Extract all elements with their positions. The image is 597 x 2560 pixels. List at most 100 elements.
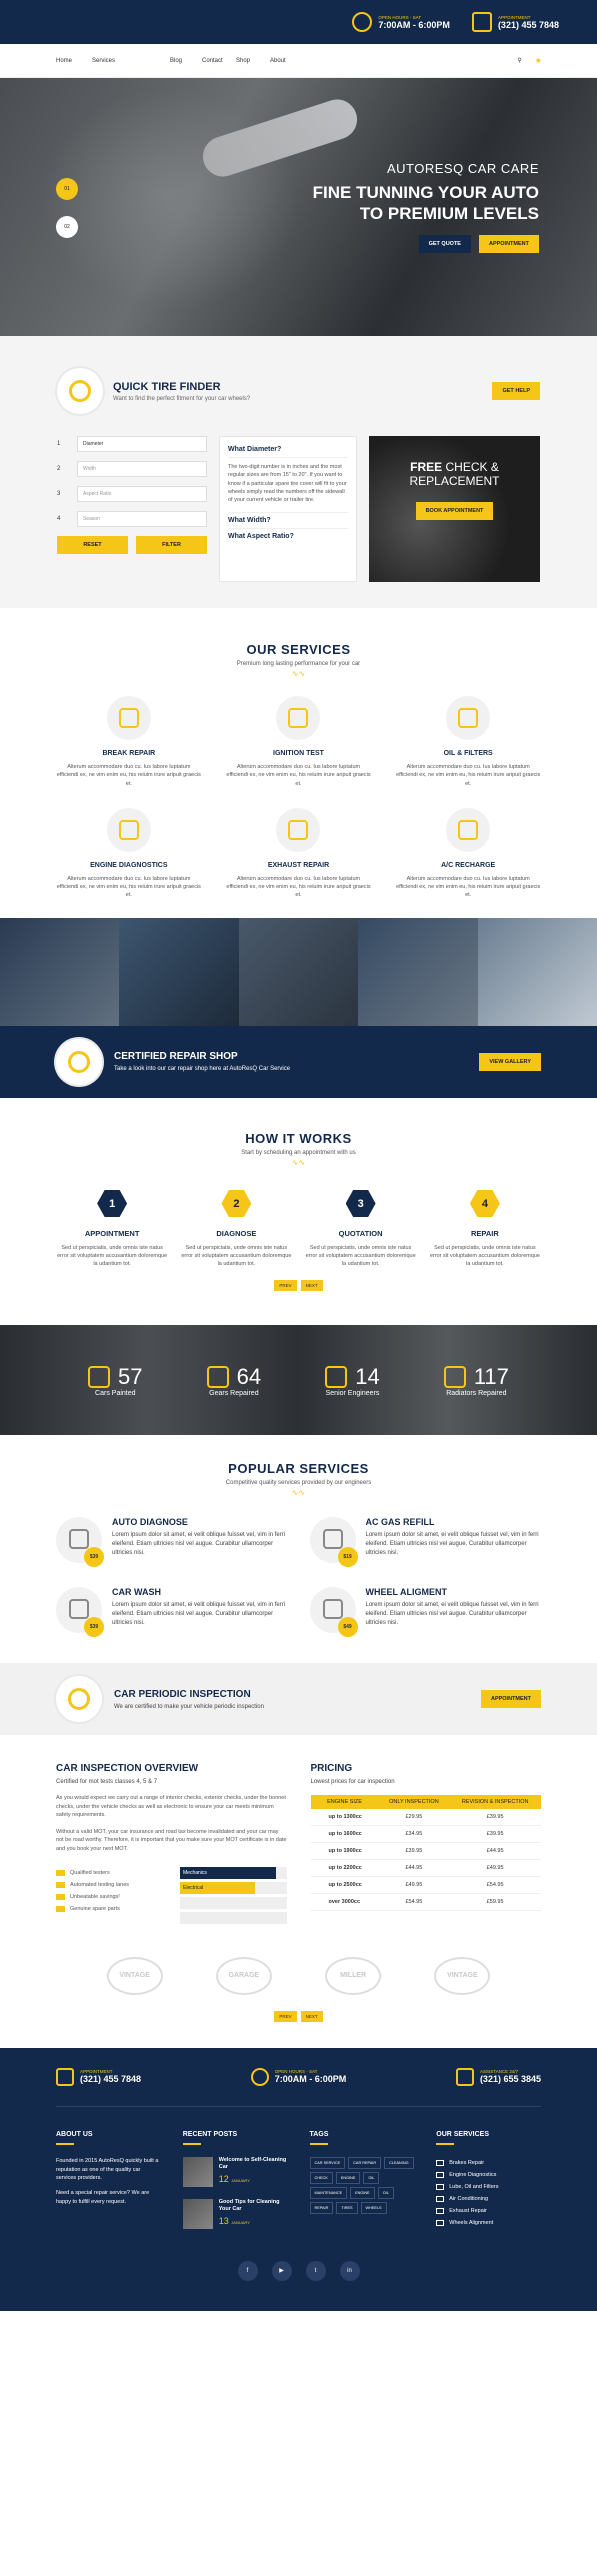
table-cell: up to 2200cc [310, 1859, 379, 1878]
hero-title-2: TO PREMIUM LEVELS [359, 204, 539, 224]
book-appointment-button[interactable]: BOOK APPOINTMENT [415, 502, 494, 520]
accordion-diameter[interactable]: What Diameter? [228, 442, 348, 457]
footer-service-link[interactable]: Exhaust Repair [436, 2205, 541, 2217]
footer-service-link[interactable]: Brakes Repair [436, 2157, 541, 2169]
check-item: Automated testing lanes [56, 1879, 166, 1891]
nav-shop[interactable]: Shop [236, 58, 270, 64]
youtube-icon[interactable]: ▶ [271, 2260, 292, 2281]
step-title: APPOINTMENT [84, 1228, 140, 1238]
nav-services[interactable]: Services [92, 58, 170, 64]
gallery-image[interactable] [119, 917, 239, 1026]
footer-service-link[interactable]: Wheels Alignment [436, 2217, 541, 2229]
popular-auto-diagnose[interactable]: $39 AUTO DIAGNOSE Lorem ipsum dolor sit am… [56, 1517, 288, 1568]
gallery-image[interactable] [0, 917, 120, 1026]
table-cell: £44.95 [378, 1859, 450, 1878]
recent-post[interactable]: Good Tips for Cleaning Your Car 13 JANUAR… [182, 2198, 288, 2229]
tire-finder-subtitle: Want to find the perfect fitment for you… [113, 395, 251, 402]
gallery-image[interactable] [358, 917, 478, 1026]
search-icon[interactable]: ⚲ [517, 57, 521, 64]
popular-ac-gas-refill[interactable]: $19 AC GAS REFILL Lorem ipsum dolor sit am… [309, 1517, 542, 1568]
stat-value: 14 [355, 1363, 380, 1389]
next-button[interactable]: NEXT [300, 1280, 323, 1292]
service-ac-recharge[interactable]: A/C RECHARGE Alterum accommodare duo cu. … [395, 807, 541, 900]
tag-link[interactable]: CHECK [309, 2171, 333, 2184]
phone-value[interactable]: (321) 455 7848 [498, 20, 559, 30]
post-title[interactable]: Good Tips for Cleaning Your Car [219, 2199, 288, 2214]
tag-link[interactable]: TIRES [336, 2201, 358, 2214]
diameter-select[interactable]: Diameter [77, 436, 207, 452]
nav-contact[interactable]: Contact [202, 58, 236, 64]
table-cell: £44.95 [449, 1842, 541, 1861]
tag-link[interactable]: CLEANING [384, 2156, 414, 2169]
appointment-button[interactable]: APPOINTMENT [478, 234, 539, 253]
tag-link[interactable]: OIL [363, 2171, 380, 2184]
periodic-subtitle: We are certified to make your vehicle pe… [114, 1703, 264, 1710]
how-title: HOW IT WORKS [245, 1130, 352, 1146]
reset-button[interactable]: RESET [57, 536, 128, 554]
twitter-icon[interactable]: t [305, 2260, 326, 2281]
table-row: up to 2500cc £49.95 £54.95 [310, 1876, 541, 1895]
tag-link[interactable]: OIL [377, 2186, 394, 2199]
season-select[interactable]: Season [77, 511, 207, 527]
footer-service-link[interactable]: Air Conditioning [436, 2193, 541, 2205]
post-title[interactable]: Welcome to Self-Cleaning Car [219, 2157, 288, 2172]
gallery-image[interactable] [477, 917, 597, 1026]
service-break-repair[interactable]: BREAK REPAIR Alterum accommodare duo cu. … [56, 696, 202, 788]
footer-phone[interactable]: (321) 455 7848 [80, 2074, 141, 2084]
view-gallery-button[interactable]: VIEW GALLERY [479, 1052, 541, 1071]
popular-car-wash[interactable]: $39 CAR WASH Lorem ipsum dolor sit amet, e… [56, 1587, 288, 1638]
nav-blog[interactable]: Blog [170, 58, 202, 64]
service-oil-filters[interactable]: OIL & FILTERS Alterum accommodare duo cu.… [395, 696, 541, 788]
footer-appointment[interactable]: APPOINTMENT (321) 455 7848 [56, 2067, 141, 2086]
pricing-table: ENGINE SIZE ONLY INSPECTION REVISION & INS… [310, 1795, 541, 1912]
gallery-image[interactable] [238, 917, 359, 1026]
filter-button[interactable]: FILTER [136, 536, 207, 554]
nav-home[interactable]: Home [56, 58, 92, 64]
tag-link[interactable]: WHEELS [360, 2201, 387, 2214]
prev-button[interactable]: PREV [274, 1280, 297, 1292]
tag-link[interactable]: CAR SERVICE [309, 2156, 346, 2169]
popular-wheel-alignment[interactable]: $49 WHEEL ALIGMENT Lorem ipsum dolor sit a… [309, 1587, 542, 1638]
footer-assistance[interactable]: ASSISTANCE 24/7 (321) 655 3845 [455, 2067, 541, 2086]
footer-service-link[interactable]: Engine Diagnostics [436, 2169, 541, 2181]
periodic-appointment-button[interactable]: APPOINTMENT [480, 1690, 541, 1709]
get-quote-button[interactable]: GET QUOTE [418, 234, 471, 253]
accordion-width[interactable]: What Width? [228, 512, 348, 528]
popular-title: WHEEL ALIGMENT [365, 1587, 448, 1598]
accordion-aspect-ratio[interactable]: What Aspect Ratio? [228, 528, 348, 544]
footer-service-link[interactable]: Lube, Oil and Filters [436, 2181, 541, 2193]
service-exhaust-repair[interactable]: EXHAUST REPAIR Alterum accommodare duo cu… [226, 807, 372, 900]
tag-link[interactable]: ENGINE [335, 2171, 361, 2184]
width-select[interactable]: Width [77, 461, 207, 477]
prev-button[interactable]: PREV [274, 2010, 297, 2022]
footer-hours-value: 7:00AM - 6:00PM [274, 2074, 347, 2085]
slide-dot-1[interactable]: 01 [56, 178, 78, 200]
popular-title: CAR WASH [112, 1587, 161, 1598]
calendar-icon [56, 2067, 74, 2086]
car-icon [436, 2183, 445, 2190]
footer-heading: ABOUT US [56, 2130, 93, 2138]
facebook-icon[interactable]: f [237, 2260, 258, 2281]
service-ignition-test[interactable]: IGNITION TEST Alterum accommodare duo cu.… [226, 696, 372, 788]
tag-link[interactable]: MAINTENANCE [309, 2186, 348, 2199]
service-engine-diagnostics[interactable]: ENGINE DIAGNOSTICS Alterum accommodare du… [56, 807, 202, 900]
next-button[interactable]: NEXT [300, 2010, 323, 2022]
cart-icon[interactable]: ◉ [536, 57, 541, 64]
step-number: 1 [57, 441, 61, 447]
recent-post[interactable]: Welcome to Self-Cleaning Car 12 JANUARY [182, 2156, 288, 2187]
tag-link[interactable]: ENGINE [350, 2186, 375, 2199]
car-wash-icon: $39 [56, 1587, 104, 1638]
inspection-section: CAR INSPECTION OVERVIEW Certified for mo… [0, 1735, 597, 1927]
table-cell: £54.95 [449, 1876, 541, 1895]
get-help-button[interactable]: GET HELP [492, 382, 540, 400]
appointment-info[interactable]: APPOINTMENT (321) 455 7848 [471, 12, 559, 32]
linkedin-icon[interactable]: in [339, 2260, 360, 2281]
tag-link[interactable]: REPAIR [309, 2201, 334, 2214]
post-thumbnail[interactable] [182, 2156, 213, 2187]
tag-link[interactable]: CAR REPAIR [348, 2156, 382, 2169]
nav-about[interactable]: About [270, 58, 286, 64]
slide-dot-2[interactable]: 02 [56, 216, 78, 238]
post-thumbnail[interactable] [182, 2198, 213, 2229]
aspect-ratio-select[interactable]: Aspect Ratio [77, 486, 207, 502]
footer-assist-phone[interactable]: (321) 655 3845 [480, 2074, 541, 2084]
